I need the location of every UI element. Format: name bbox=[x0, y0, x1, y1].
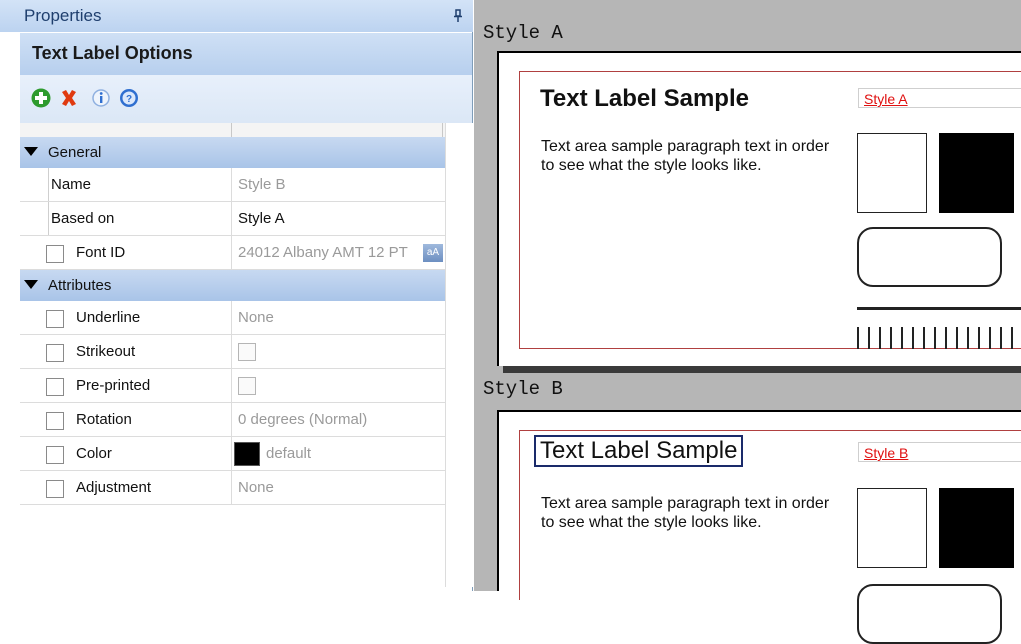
style-b-tag: Style B bbox=[858, 442, 1021, 462]
color-checkbox[interactable] bbox=[46, 446, 64, 464]
name-value[interactable]: Style B bbox=[238, 168, 443, 201]
property-label: Adjustment bbox=[76, 479, 152, 496]
white-square bbox=[857, 488, 927, 568]
style-a-heading: Style A bbox=[483, 22, 563, 44]
font-id-value[interactable]: 24012 Albany AMT 12 PT aA bbox=[238, 236, 443, 269]
help-icon[interactable]: ? bbox=[118, 87, 140, 109]
based-on-value[interactable]: Style A bbox=[238, 202, 443, 235]
category-label: Attributes bbox=[48, 277, 112, 294]
color-value[interactable]: default bbox=[266, 437, 471, 470]
rounded-rectangle bbox=[857, 227, 1002, 287]
svg-text:?: ? bbox=[126, 94, 132, 105]
color-swatch[interactable] bbox=[234, 442, 260, 466]
font-id-text: 24012 Albany AMT 12 PT bbox=[238, 244, 408, 261]
add-icon[interactable] bbox=[30, 87, 52, 109]
property-label: Pre-printed bbox=[76, 377, 151, 394]
property-label: Name bbox=[48, 168, 234, 201]
rounded-rectangle bbox=[857, 584, 1002, 644]
font-picker-button[interactable]: aA bbox=[423, 244, 443, 262]
category-label: General bbox=[48, 144, 102, 161]
property-row-adjustment[interactable]: Adjustment None bbox=[20, 471, 445, 505]
category-attributes[interactable]: Attributes bbox=[20, 270, 445, 301]
delete-icon[interactable] bbox=[58, 87, 80, 109]
panel-title: Properties bbox=[0, 0, 473, 32]
style-a-tag: Style A bbox=[858, 88, 1021, 108]
style-b-heading: Style B bbox=[483, 378, 563, 400]
strikeout-value-checkbox[interactable] bbox=[238, 343, 256, 361]
adjustment-value[interactable]: None bbox=[238, 471, 443, 504]
adjustment-checkbox[interactable] bbox=[46, 480, 64, 498]
preprinted-checkbox[interactable] bbox=[46, 378, 64, 396]
horizontal-line bbox=[857, 307, 1021, 310]
style-a-sample-title: Text Label Sample bbox=[540, 85, 749, 112]
strikeout-checkbox[interactable] bbox=[46, 344, 64, 362]
toolbar: ? bbox=[20, 75, 472, 124]
options-header: Text Label Options bbox=[20, 33, 472, 75]
black-square bbox=[939, 133, 1014, 213]
property-row-underline[interactable]: Underline None bbox=[20, 301, 445, 335]
pin-icon[interactable] bbox=[453, 9, 463, 23]
property-row-font-id[interactable]: Font ID 24012 Albany AMT 12 PT aA bbox=[20, 236, 445, 270]
property-label: Underline bbox=[76, 309, 141, 326]
style-b-preview: Text Label Sample Text area sample parag… bbox=[497, 410, 1021, 644]
panel-title-label: Properties bbox=[24, 6, 102, 25]
property-row-strikeout[interactable]: Strikeout bbox=[20, 335, 445, 369]
info-icon[interactable] bbox=[90, 87, 112, 109]
white-square bbox=[857, 133, 927, 213]
property-label: Strikeout bbox=[76, 343, 136, 360]
preprinted-value-checkbox[interactable] bbox=[238, 377, 256, 395]
black-square bbox=[939, 488, 1014, 568]
property-label: Color bbox=[76, 445, 112, 462]
barcode-ruler bbox=[857, 327, 1021, 349]
property-label: Rotation bbox=[76, 411, 132, 428]
rotation-checkbox[interactable] bbox=[46, 412, 64, 430]
property-row-based-on[interactable]: Based on Style A bbox=[20, 202, 445, 236]
font-id-checkbox[interactable] bbox=[46, 245, 64, 263]
underline-checkbox[interactable] bbox=[46, 310, 64, 328]
rotation-value[interactable]: 0 degrees (Normal) bbox=[238, 403, 443, 436]
grid-column-header bbox=[20, 123, 472, 138]
style-b-paragraph: Text area sample paragraph text in order… bbox=[541, 495, 830, 531]
collapse-arrow-icon[interactable] bbox=[24, 147, 38, 156]
style-a-preview: Text Label Sample Text area sample parag… bbox=[497, 51, 1021, 366]
style-b-sample-title[interactable]: Text Label Sample bbox=[534, 435, 744, 467]
property-row-rotation[interactable]: Rotation 0 degrees (Normal) bbox=[20, 403, 445, 437]
property-label: Based on bbox=[48, 202, 234, 235]
property-row-preprinted[interactable]: Pre-printed bbox=[20, 369, 445, 403]
underline-value[interactable]: None bbox=[238, 301, 443, 334]
category-general[interactable]: General bbox=[20, 137, 445, 168]
style-preview-area: Style A Text Label Sample Text area samp… bbox=[474, 0, 1021, 644]
property-row-name[interactable]: Name Style B bbox=[20, 168, 445, 202]
collapse-arrow-icon[interactable] bbox=[24, 280, 38, 289]
property-grid: General Name Style B Based on Style A Fo… bbox=[20, 137, 472, 587]
page-shadow bbox=[503, 366, 1021, 373]
properties-panel: Properties Text Label Options ? General … bbox=[0, 0, 473, 591]
property-row-color[interactable]: Color default bbox=[20, 437, 445, 471]
property-label: Font ID bbox=[76, 244, 126, 261]
style-a-paragraph: Text area sample paragraph text in order… bbox=[541, 138, 830, 174]
